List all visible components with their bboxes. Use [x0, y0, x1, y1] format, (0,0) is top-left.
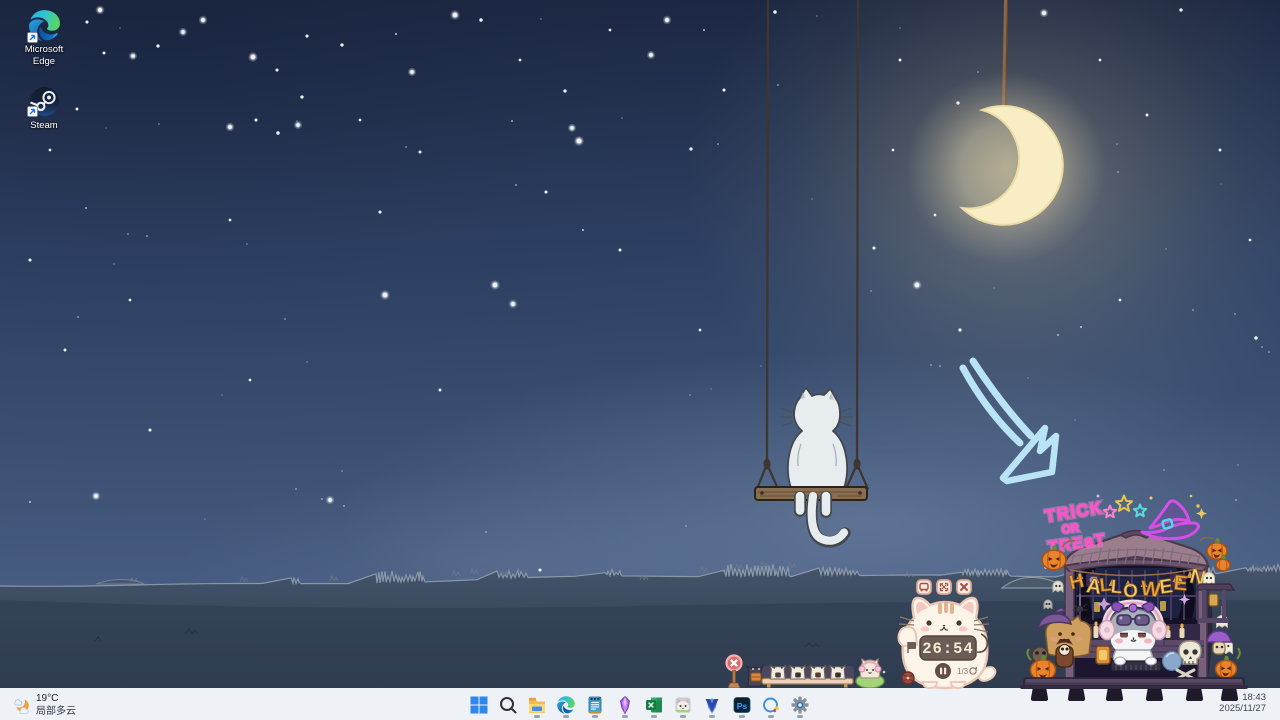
svg-text:E: E — [1173, 571, 1189, 595]
svg-text:L: L — [1110, 577, 1124, 599]
svg-text:Ps: Ps — [737, 701, 748, 711]
svg-text:OR: OR — [1061, 522, 1080, 536]
svg-text:26:54: 26:54 — [922, 640, 974, 658]
svg-text:O: O — [1123, 581, 1139, 603]
svg-text:1/3: 1/3 — [957, 667, 969, 676]
